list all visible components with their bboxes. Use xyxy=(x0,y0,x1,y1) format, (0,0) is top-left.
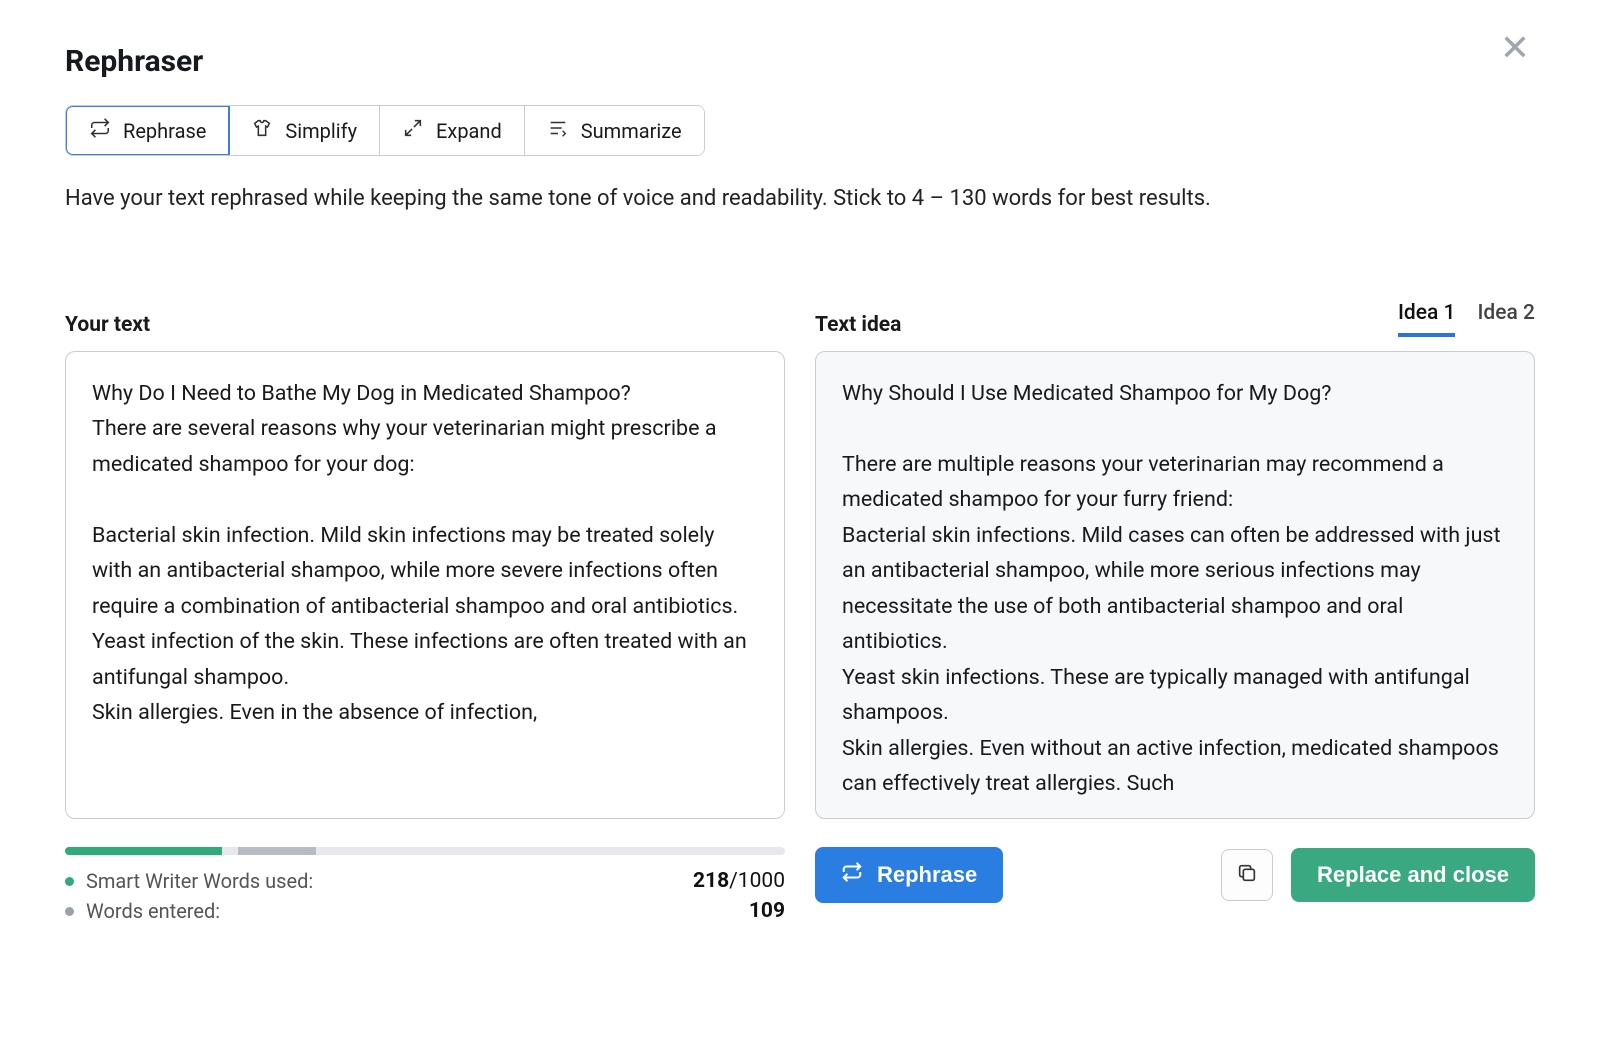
button-label: Replace and close xyxy=(1317,862,1509,888)
idea-text: There are multiple reasons your veterina… xyxy=(842,447,1508,518)
button-label: Rephrase xyxy=(877,862,977,888)
tshirt-icon xyxy=(251,117,273,144)
words-used-max: /1000 xyxy=(729,869,785,893)
idea-tab-1[interactable]: Idea 1 xyxy=(1398,301,1456,337)
refresh-icon xyxy=(89,117,111,144)
expand-icon xyxy=(402,117,424,144)
mode-tabs: Rephrase Simplify Expand Summarize xyxy=(65,105,705,156)
mode-expand[interactable]: Expand xyxy=(380,106,525,155)
source-text: Skin allergies. Even in the absence of i… xyxy=(92,695,758,730)
rephrase-button[interactable]: Rephrase xyxy=(815,847,1003,903)
mode-label: Simplify xyxy=(285,119,357,143)
idea-text: Bacterial skin infections. Mild cases ca… xyxy=(842,518,1508,660)
your-text-box[interactable]: Why Do I Need to Bathe My Dog in Medicat… xyxy=(65,351,785,819)
source-text: Why Do I Need to Bathe My Dog in Medicat… xyxy=(92,376,758,411)
idea-text: Skin allergies. Even without an active i… xyxy=(842,731,1508,802)
source-text: Bacterial skin infection. Mild skin infe… xyxy=(92,518,758,624)
source-text: Yeast infection of the skin. These infec… xyxy=(92,624,758,695)
mode-label: Summarize xyxy=(581,119,682,143)
words-used-label: Smart Writer Words used: xyxy=(86,869,313,893)
replace-close-button[interactable]: Replace and close xyxy=(1291,848,1535,902)
page-title: Rephraser xyxy=(65,44,1535,79)
usage-progress-bar xyxy=(65,847,785,855)
your-text-label: Your text xyxy=(65,313,150,337)
copy-icon xyxy=(1236,862,1258,888)
refresh-icon xyxy=(841,861,863,889)
mode-label: Rephrase xyxy=(123,119,206,143)
dot-icon xyxy=(65,877,74,886)
mode-description: Have your text rephrased while keeping t… xyxy=(65,186,1535,211)
summarize-icon xyxy=(547,117,569,144)
close-icon[interactable]: ✕ xyxy=(1495,30,1535,70)
dot-icon xyxy=(65,907,74,916)
idea-tab-2[interactable]: Idea 2 xyxy=(1477,301,1535,337)
words-used-value: 218 xyxy=(693,869,729,893)
mode-summarize[interactable]: Summarize xyxy=(525,106,704,155)
idea-text-box: Why Should I Use Medicated Shampoo for M… xyxy=(815,351,1535,819)
words-entered-label: Words entered: xyxy=(86,899,220,923)
idea-text: Why Should I Use Medicated Shampoo for M… xyxy=(842,376,1508,411)
idea-text: Yeast skin infections. These are typical… xyxy=(842,660,1508,731)
copy-button[interactable] xyxy=(1221,849,1273,901)
text-idea-label: Text idea xyxy=(815,313,901,337)
words-entered-value: 109 xyxy=(749,899,785,923)
source-text: There are several reasons why your veter… xyxy=(92,411,758,482)
mode-simplify[interactable]: Simplify xyxy=(229,106,380,155)
mode-label: Expand xyxy=(436,119,502,143)
mode-rephrase[interactable]: Rephrase xyxy=(65,105,230,156)
